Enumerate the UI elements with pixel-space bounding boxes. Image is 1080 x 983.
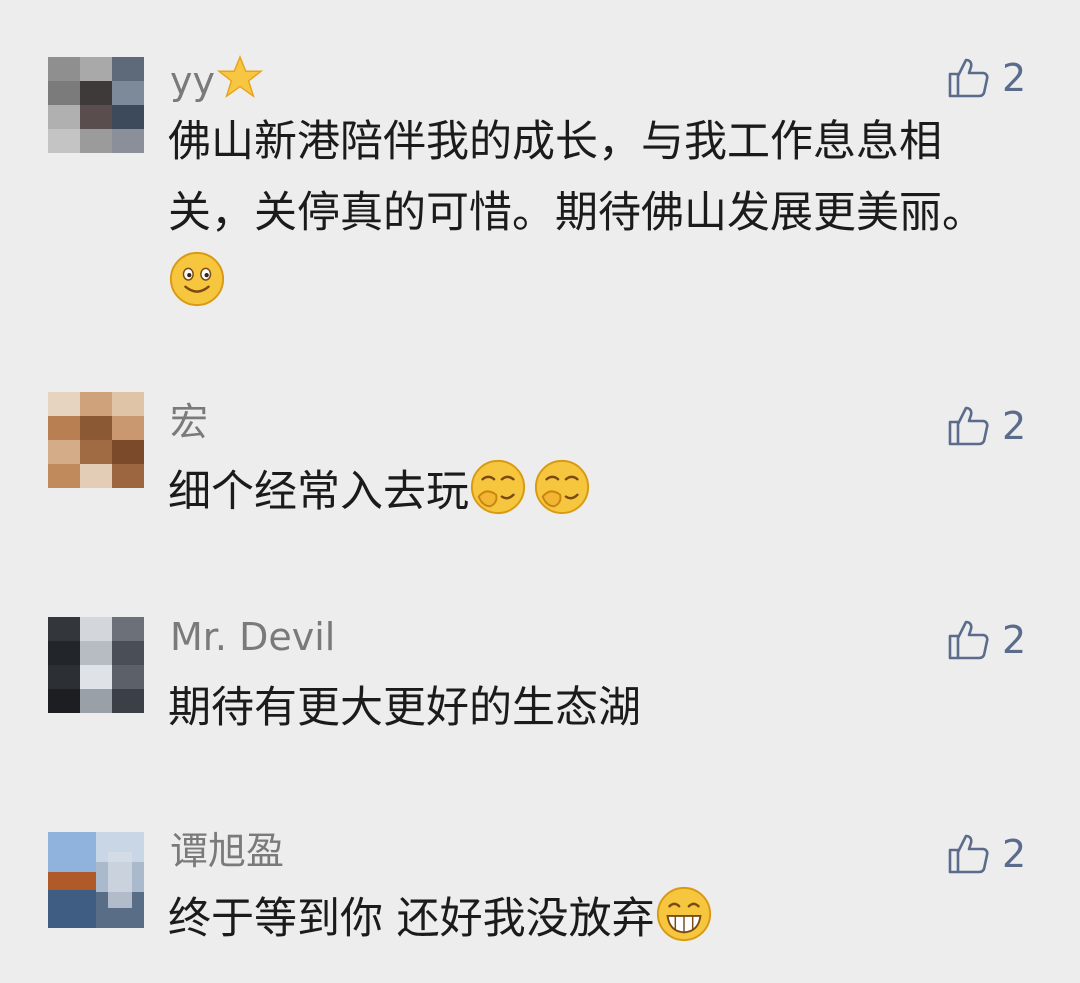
- grin-emoji: [655, 885, 713, 943]
- like-count: 2: [1002, 618, 1027, 662]
- like-count: 2: [1002, 404, 1027, 448]
- like-count: 2: [1002, 832, 1027, 876]
- giggle-emoji: [469, 458, 527, 516]
- like-button[interactable]: 2: [944, 52, 1026, 104]
- thumbs-up-icon: [944, 54, 992, 102]
- like-button[interactable]: 2: [944, 828, 1026, 880]
- avatar[interactable]: [48, 832, 144, 928]
- avatar[interactable]: [48, 57, 144, 153]
- avatar[interactable]: [48, 392, 144, 488]
- smile-emoji: [168, 250, 226, 308]
- comment-text: 期待有更大更好的生态湖: [168, 683, 641, 733]
- commenter-name[interactable]: 宏: [170, 398, 208, 446]
- like-button[interactable]: 2: [944, 614, 1026, 666]
- commenter-name[interactable]: Mr. Devil: [170, 613, 335, 661]
- giggle-emoji: [533, 458, 591, 516]
- like-button[interactable]: 2: [944, 400, 1026, 452]
- thumbs-up-icon: [944, 616, 992, 664]
- commenter-name[interactable]: 谭旭盈: [170, 827, 284, 875]
- like-count: 2: [1002, 56, 1027, 100]
- thumbs-up-icon: [944, 402, 992, 450]
- star-emoji: [216, 54, 263, 100]
- comment-text: 佛山新港陪伴我的成长，与我工作息息相关，关停真的可惜。期待佛山发展更美丽。: [168, 107, 1018, 320]
- avatar[interactable]: [48, 617, 144, 713]
- commenter-name[interactable]: yy: [170, 54, 263, 105]
- comment-text: 终于等到你 还好我没放弃: [168, 884, 1018, 955]
- thumbs-up-icon: [944, 830, 992, 878]
- comment-text: 细个经常入去玩: [168, 457, 1018, 528]
